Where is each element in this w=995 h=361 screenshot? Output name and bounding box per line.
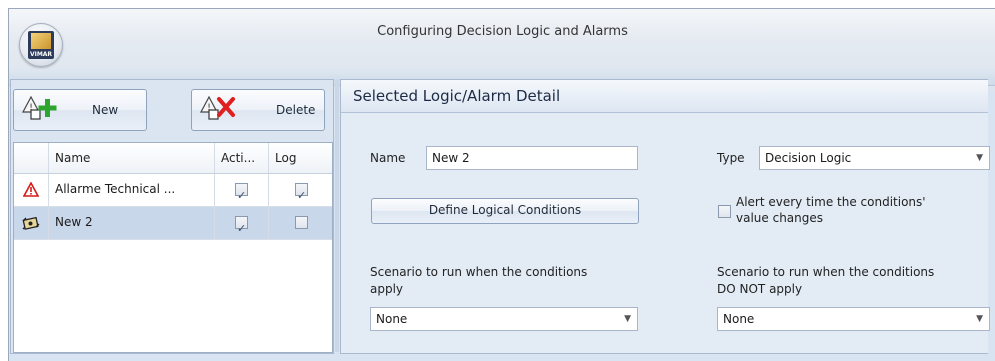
delete-logic-icon: !: [200, 95, 235, 120]
scenario-notapply-value: None: [723, 312, 755, 326]
alarm-warning-icon: [22, 181, 40, 197]
delete-button[interactable]: ! Delete: [191, 89, 325, 131]
log-checkbox[interactable]: [295, 216, 308, 229]
scenario-apply-line1: Scenario to run when the conditions: [370, 265, 588, 279]
define-logical-conditions-button[interactable]: Define Logical Conditions: [371, 198, 639, 224]
row-name: New 2: [48, 207, 214, 239]
logo-text: VIMAR: [29, 51, 53, 58]
active-checkbox[interactable]: [235, 181, 248, 206]
vimar-logo-icon: VIMAR: [28, 31, 54, 59]
name-input[interactable]: New 2: [426, 146, 638, 170]
alert-checkbox-label: Alert every time the conditions' value c…: [736, 194, 926, 226]
name-label: Name: [370, 151, 406, 165]
row-active-cell: [214, 207, 268, 239]
scenario-notapply-line2: DO NOT apply: [717, 282, 803, 296]
new-button[interactable]: ! New: [13, 89, 147, 131]
scenario-apply-label: Scenario to run when the conditions appl…: [370, 264, 587, 298]
chevron-down-icon: ▼: [976, 314, 983, 324]
header-icon-col: [14, 143, 48, 173]
scenario-notapply-label: Scenario to run when the conditions DO N…: [717, 264, 934, 298]
table-row[interactable]: New 2: [14, 207, 332, 240]
header-log[interactable]: Log: [268, 143, 332, 173]
chevron-down-icon: ▼: [624, 314, 631, 324]
add-logic-icon: !: [22, 95, 57, 120]
row-log-cell: [268, 174, 332, 206]
type-select-value: Decision Logic: [765, 151, 852, 165]
row-active-cell: [214, 174, 268, 206]
type-label: Type: [717, 151, 745, 165]
row-icon-cell: [14, 174, 48, 206]
list-toolbar: ! New ! Delete: [11, 80, 333, 142]
scenario-apply-value: None: [376, 312, 408, 326]
scenario-apply-line2: apply: [370, 282, 404, 296]
window-title: Configuring Decision Logic and Alarms: [377, 24, 628, 39]
detail-panel: Selected Logic/Alarm Detail Name New 2 T…: [340, 79, 990, 354]
active-checkbox[interactable]: [235, 214, 248, 239]
logic-grid: Name Acti... Log Allarme Technical ... ✓…: [13, 142, 333, 353]
header-active[interactable]: Acti...: [214, 143, 268, 173]
logic-list-panel: ! New ! Delete Name Acti... Log Allarme …: [10, 79, 334, 354]
alert-checkbox[interactable]: [718, 205, 731, 218]
log-checkbox[interactable]: [295, 181, 308, 206]
detail-title: Selected Logic/Alarm Detail: [353, 87, 561, 105]
detail-header: Selected Logic/Alarm Detail: [341, 80, 988, 113]
panel-splitter[interactable]: [335, 79, 339, 352]
row-log-cell: [268, 207, 332, 239]
alert-label-line1: Alert every time the conditions': [736, 195, 926, 209]
decision-logic-icon: [22, 216, 40, 230]
header-name[interactable]: Name: [48, 143, 214, 173]
scenario-apply-select[interactable]: None ▼: [370, 307, 638, 331]
scenario-notapply-select[interactable]: None ▼: [717, 307, 990, 331]
table-row[interactable]: Allarme Technical ...: [14, 174, 332, 207]
alert-label-line2: value changes: [736, 211, 824, 225]
type-select[interactable]: Decision Logic ▼: [759, 146, 990, 170]
row-name: Allarme Technical ...: [48, 174, 214, 206]
chevron-down-icon: ▼: [976, 153, 983, 163]
row-icon-cell: [14, 207, 48, 239]
grid-header: Name Acti... Log: [14, 143, 332, 174]
delete-button-label: Delete: [276, 103, 316, 117]
scenario-notapply-line1: Scenario to run when the conditions: [717, 265, 935, 279]
new-button-label: New: [92, 103, 119, 117]
vimar-logo-button[interactable]: VIMAR: [19, 23, 63, 67]
